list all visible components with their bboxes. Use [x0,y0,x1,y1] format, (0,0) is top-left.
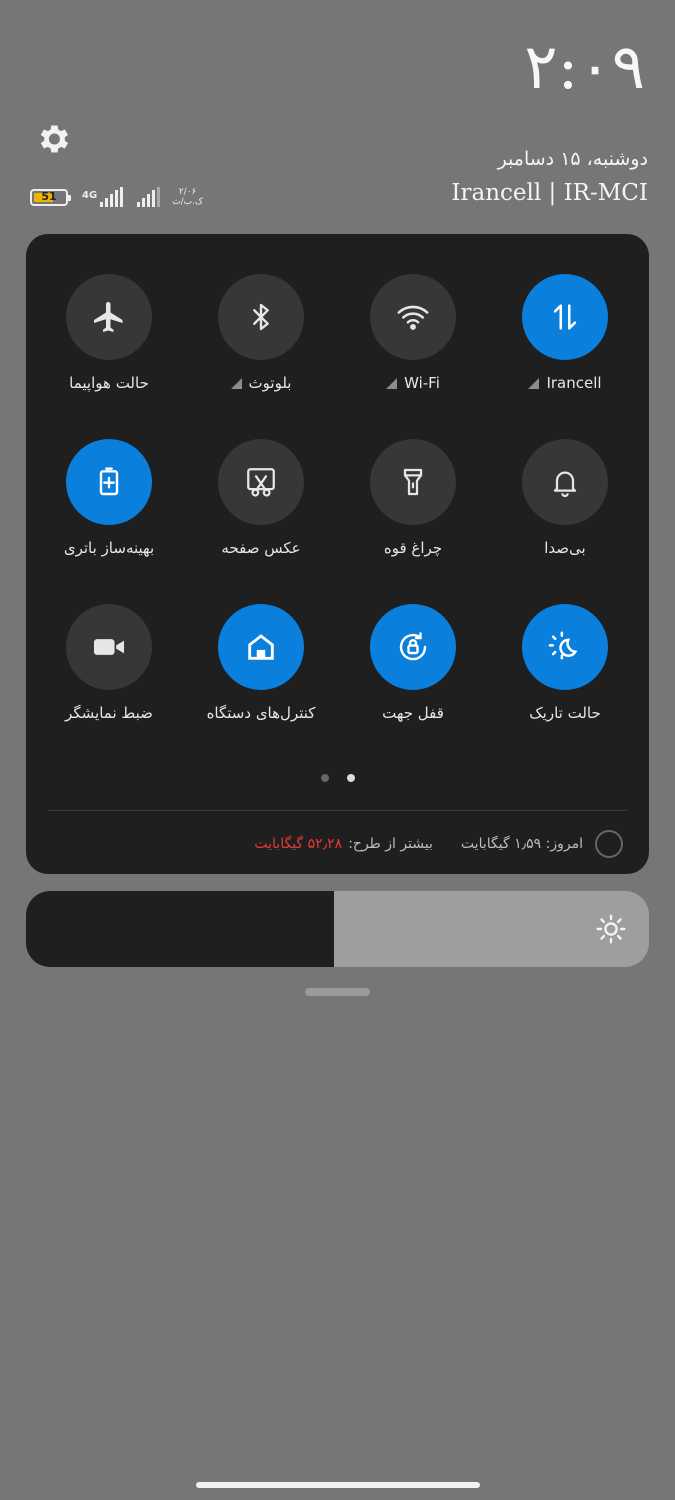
dark-mode-icon [548,631,578,660]
toggle-label: چراغ قوه [383,539,443,557]
toggle-airplane-mode[interactable]: حالت هواپیما [34,274,184,392]
toggle-circle[interactable] [66,439,152,525]
bluetooth-icon [253,303,269,331]
toggle-dark-mode[interactable]: حالت تاریک [490,604,640,722]
data-speed-value: ۲/۰۶ [178,187,197,197]
battery-icon: 51 [30,188,71,206]
rotation-lock-icon [399,632,427,661]
toggle-mobile-data[interactable]: Irancell [490,274,640,392]
toggle-label: کنترل‌های دستگاه [206,704,316,722]
toggle-circle[interactable] [522,274,608,360]
toggle-screenshot[interactable]: عکس صفحه [186,439,336,557]
toggle-circle[interactable] [218,604,304,690]
data-speed: ۲/۰۶ ک.ب/ث [172,187,203,207]
panel-drag-handle[interactable] [305,988,370,996]
data-usage-ring-icon [595,830,623,858]
settings-gear-icon[interactable] [34,120,72,158]
toggle-circle[interactable] [370,604,456,690]
data-usage-row[interactable]: امروز: ۱٫۵۹ گیگابایت بیشتر از طرح: ۵۲٫۲۸… [254,827,623,861]
page-dot[interactable] [320,774,329,782]
date-label[interactable]: دوشنبه، ۱۵ دسامبر [498,148,648,170]
brightness-slider[interactable] [26,891,649,967]
clock[interactable]: ۲:۰۹ [524,30,645,103]
bell-icon [553,471,577,498]
toggle-label: ضبط نمایشگر [65,704,153,722]
signal-bars-icon [137,187,161,207]
video-camera-icon [93,639,125,655]
toggle-battery-saver[interactable]: بهینه‌ساز باتری [34,439,184,557]
signal-bars-icon [100,187,124,207]
airplane-icon [94,302,123,332]
network-type: 4G [82,190,98,201]
toggle-rotation-lock[interactable]: قفل جهت [338,604,488,722]
toggle-circle[interactable] [218,274,304,360]
home-icon [248,634,274,660]
toggle-screen-recorder[interactable]: ضبط نمایشگر [34,604,184,722]
toggle-label: عکس صفحه [221,539,301,557]
battery-saver-icon [99,467,119,496]
toggle-label: Irancell [546,374,602,392]
toggle-circle[interactable] [66,274,152,360]
expand-arrow-icon[interactable] [528,378,540,389]
divider [48,810,627,811]
data-usage-today: امروز: ۱٫۵۹ گیگابایت [460,836,583,852]
brightness-slider-track [26,891,334,967]
sim1-signal: 4G [82,187,124,207]
data-remaining-value: ۵۲٫۲۸ گیگابایت [254,836,343,852]
toggle-label: Wi-Fi [404,374,440,392]
toggle-circle[interactable] [218,439,304,525]
flashlight-icon [403,468,423,496]
toggle-device-controls[interactable]: کنترل‌های دستگاه [186,604,336,722]
toggle-flashlight[interactable]: چراغ قوه [338,439,488,557]
toggle-circle[interactable] [522,439,608,525]
toggle-circle[interactable] [66,604,152,690]
toggle-label: قفل جهت [382,704,444,722]
toggle-circle[interactable] [522,604,608,690]
toggle-label: حالت تاریک [529,704,601,722]
expand-arrow-icon[interactable] [230,378,242,389]
toggle-label: حالت هواپیما [69,374,149,392]
toggle-wifi[interactable]: Wi-Fi [338,274,488,392]
toggle-label: بهینه‌ساز باتری [63,539,155,557]
data-transfer-icon [553,304,577,330]
data-speed-unit: ک.ب/ث [172,197,204,207]
data-remaining-label: بیشتر از طرح: [348,836,433,852]
battery-level: 51 [41,189,57,203]
page-dot-active[interactable] [346,774,355,782]
sun-icon [596,914,626,944]
toggle-circle[interactable] [370,439,456,525]
toggle-silent[interactable]: بی‌صدا [490,439,640,557]
wifi-icon [397,305,429,330]
toggle-bluetooth[interactable]: بلوتوث [186,274,336,392]
carrier-names: Irancell | IR-MCI [451,180,648,206]
toggle-label: بلوتوث [248,374,292,392]
home-indicator-bar[interactable] [196,1482,480,1488]
screenshot-scissors-icon [247,468,275,497]
toggle-circle[interactable] [370,274,456,360]
expand-arrow-icon[interactable] [386,378,398,389]
quick-settings-panel: Irancell Wi-Fi بلوتوث حالت هواپیما بی‌صد… [26,234,649,874]
status-icons: 51 4G ۲/۰۶ ک.ب/ث [30,182,203,212]
toggle-label: بی‌صدا [544,539,586,557]
page-indicator[interactable] [26,774,649,782]
